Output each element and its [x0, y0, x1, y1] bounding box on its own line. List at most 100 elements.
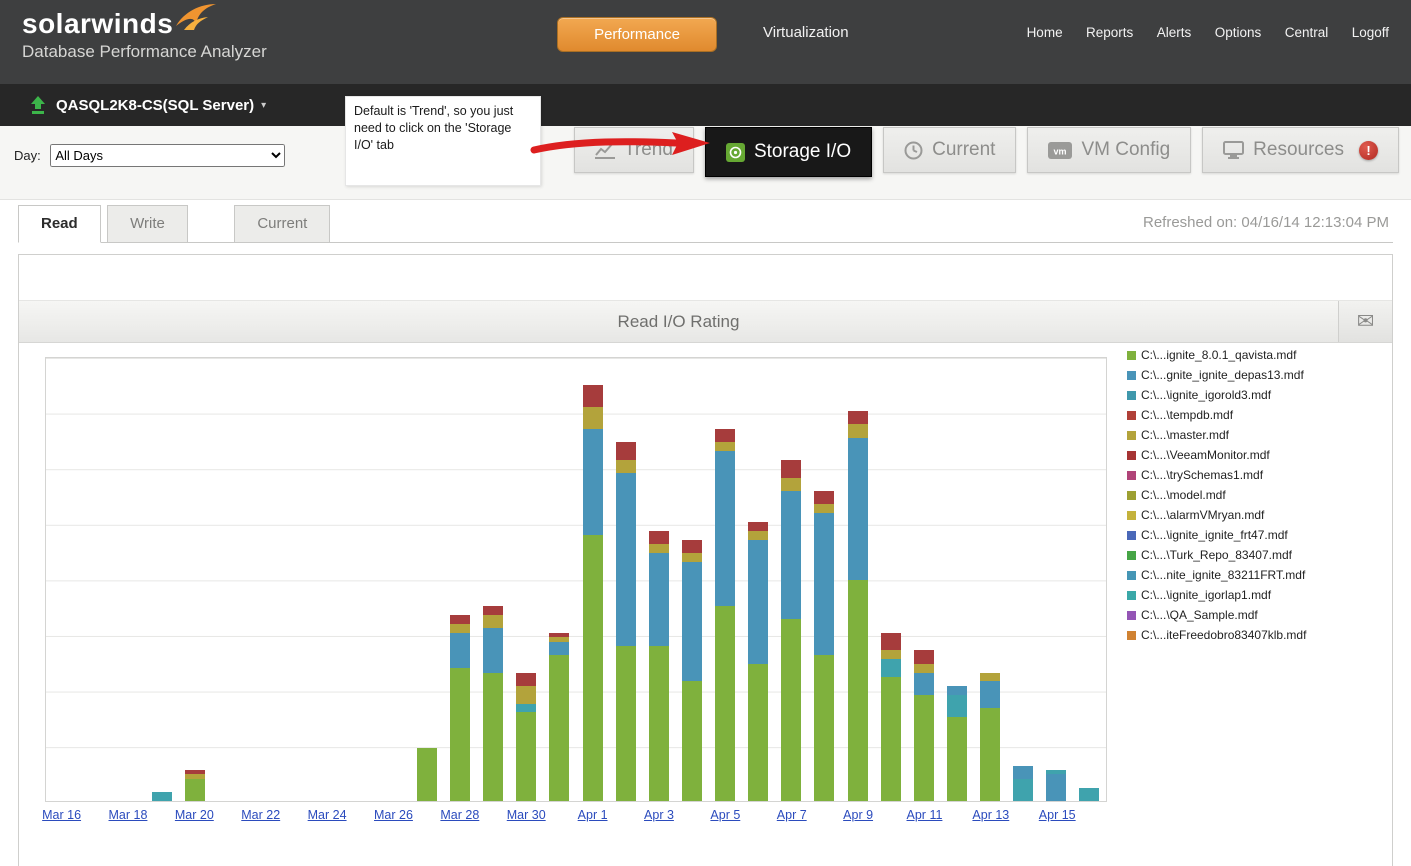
bar-segment-tempdb	[615, 442, 636, 460]
subtab-read[interactable]: Read	[18, 205, 101, 243]
chart-title-bar: Read I/O Rating ✉	[19, 301, 1392, 343]
bar-apr-8[interactable]	[814, 490, 835, 801]
x-axis-label-mar-16[interactable]: Mar 16	[42, 808, 81, 822]
day-select[interactable]: All Days	[50, 144, 286, 167]
subtab-write[interactable]: Write	[107, 205, 188, 242]
subtab-current[interactable]: Current	[234, 205, 331, 242]
tab-trend[interactable]: Trend	[574, 127, 694, 173]
legend-label: C:\...\alarmVMryan.mdf	[1141, 508, 1265, 522]
x-axis-label-apr-3[interactable]: Apr 3	[644, 808, 674, 822]
bar-apr-9[interactable]	[847, 411, 868, 801]
legend-item: C:\...iteFreedobro83407klb.mdf	[1127, 625, 1306, 645]
nav-options[interactable]: Options	[1215, 25, 1262, 40]
bar-segment-master	[781, 477, 802, 491]
virtualization-link[interactable]: Virtualization	[763, 24, 849, 41]
x-axis-label-mar-28[interactable]: Mar 28	[440, 808, 479, 822]
tab-resources[interactable]: Resources !	[1202, 127, 1399, 173]
bar-mar-30[interactable]	[516, 672, 537, 801]
bar-apr-10[interactable]	[880, 632, 901, 801]
legend-item: C:\...nite_ignite_83211FRT.mdf	[1127, 565, 1306, 585]
bar-apr-3[interactable]	[648, 530, 669, 801]
bar-segment-qavista	[946, 716, 967, 801]
nav-central[interactable]: Central	[1285, 25, 1329, 40]
x-axis-label-apr-1[interactable]: Apr 1	[578, 808, 608, 822]
x-axis-label-apr-5[interactable]: Apr 5	[710, 808, 740, 822]
bar-segment-qavista	[648, 646, 669, 801]
nav-logoff[interactable]: Logoff	[1352, 25, 1389, 40]
nav-reports[interactable]: Reports	[1086, 25, 1133, 40]
bar-apr-15[interactable]	[1046, 770, 1067, 801]
x-axis-label-mar-30[interactable]: Mar 30	[507, 808, 546, 822]
bar-apr-4[interactable]	[681, 539, 702, 801]
bar-mar-29[interactable]	[483, 606, 504, 801]
bar-apr-16[interactable]	[1079, 787, 1100, 801]
bar-segment-depas13	[1046, 774, 1067, 801]
bar-segment-depas13	[847, 437, 868, 580]
x-axis-label-mar-22[interactable]: Mar 22	[241, 808, 280, 822]
tab-storage-io[interactable]: Storage I/O	[704, 127, 873, 177]
main-tab-strip: Trend Storage I/O Current vm VM Config R…	[574, 127, 1399, 177]
bar-mar-19[interactable]	[151, 792, 172, 801]
trend-icon	[595, 142, 615, 159]
bar-apr-2[interactable]	[615, 442, 636, 801]
clock-icon	[904, 141, 923, 159]
bar-segment-depas13	[1013, 765, 1034, 779]
bar-segment-master	[648, 544, 669, 553]
bar-segment-qavista	[781, 619, 802, 801]
email-chart-button[interactable]: ✉	[1338, 301, 1392, 342]
bar-segment-depas13	[648, 553, 669, 646]
tab-current[interactable]: Current	[883, 127, 1017, 173]
bar-segment-qavista	[185, 778, 206, 801]
bar-apr-12[interactable]	[946, 685, 967, 801]
app-subtitle: Database Performance Analyzer	[22, 42, 267, 61]
legend-label: C:\...\ignite_igorlap1.mdf	[1141, 588, 1272, 602]
x-axis-label-apr-7[interactable]: Apr 7	[777, 808, 807, 822]
bar-mar-20[interactable]	[185, 770, 206, 801]
bar-apr-13[interactable]	[980, 672, 1001, 801]
bar-segment-qavista	[483, 672, 504, 801]
x-axis-label-mar-20[interactable]: Mar 20	[175, 808, 214, 822]
x-axis-label-apr-11[interactable]: Apr 11	[907, 808, 943, 822]
legend-swatch	[1127, 390, 1136, 400]
x-axis-label-apr-15[interactable]: Apr 15	[1039, 808, 1076, 822]
bar-apr-7[interactable]	[781, 459, 802, 801]
legend-label: C:\...\trySchemas1.mdf	[1141, 468, 1264, 482]
legend-swatch	[1127, 470, 1136, 480]
bar-apr-11[interactable]	[913, 650, 934, 801]
legend-item: C:\...\trySchemas1.mdf	[1127, 465, 1306, 485]
x-axis-labels: Mar 16 Mar 18 Mar 20 Mar 22 Mar 24 Mar 26 Mar …	[42, 808, 1107, 828]
instance-selector[interactable]: QASQL2K8-CS(SQL Server)	[56, 97, 254, 114]
x-axis-label-mar-18[interactable]: Mar 18	[109, 808, 148, 822]
bar-segment-qavista	[615, 646, 636, 801]
annotation-callout: Default is 'Trend', so you just need to …	[345, 96, 541, 186]
bar-segment-igorold3	[946, 694, 967, 717]
performance-button[interactable]: Performance	[557, 17, 717, 52]
nav-alerts[interactable]: Alerts	[1157, 25, 1192, 40]
x-axis-label-apr-13[interactable]: Apr 13	[972, 808, 1009, 822]
bar-apr-1[interactable]	[582, 384, 603, 801]
bar-segment-depas13	[681, 561, 702, 682]
nav-home[interactable]: Home	[1027, 25, 1063, 40]
bar-mar-28[interactable]	[450, 614, 471, 801]
bar-segment-master	[681, 552, 702, 562]
chevron-down-icon[interactable]: ▾	[261, 100, 266, 111]
bar-apr-6[interactable]	[748, 521, 769, 801]
bar-mar-31[interactable]	[549, 632, 570, 801]
tab-vm-config[interactable]: vm VM Config	[1027, 127, 1192, 173]
legend-swatch	[1127, 490, 1136, 500]
legend-swatch	[1127, 510, 1136, 520]
legend-item: C:\...\master.mdf	[1127, 425, 1306, 445]
x-axis-label-mar-24[interactable]: Mar 24	[308, 808, 347, 822]
bar-segment-qavista	[814, 654, 835, 801]
bar-apr-5[interactable]	[715, 428, 736, 801]
bar-segment-tempdb	[483, 606, 504, 615]
bar-mar-27[interactable]	[416, 747, 437, 801]
bar-segment-qavista	[880, 677, 901, 801]
bar-apr-14[interactable]	[1013, 765, 1034, 801]
x-axis-label-apr-9[interactable]: Apr 9	[843, 808, 873, 822]
chart-title: Read I/O Rating	[617, 312, 740, 331]
legend-item: C:\...\model.mdf	[1127, 485, 1306, 505]
legend-swatch	[1127, 570, 1136, 580]
x-axis-label-mar-26[interactable]: Mar 26	[374, 808, 413, 822]
chart-panel: Read I/O Rating ✉ Mar 16 Mar 18 Mar 20 Mar …	[18, 254, 1393, 866]
